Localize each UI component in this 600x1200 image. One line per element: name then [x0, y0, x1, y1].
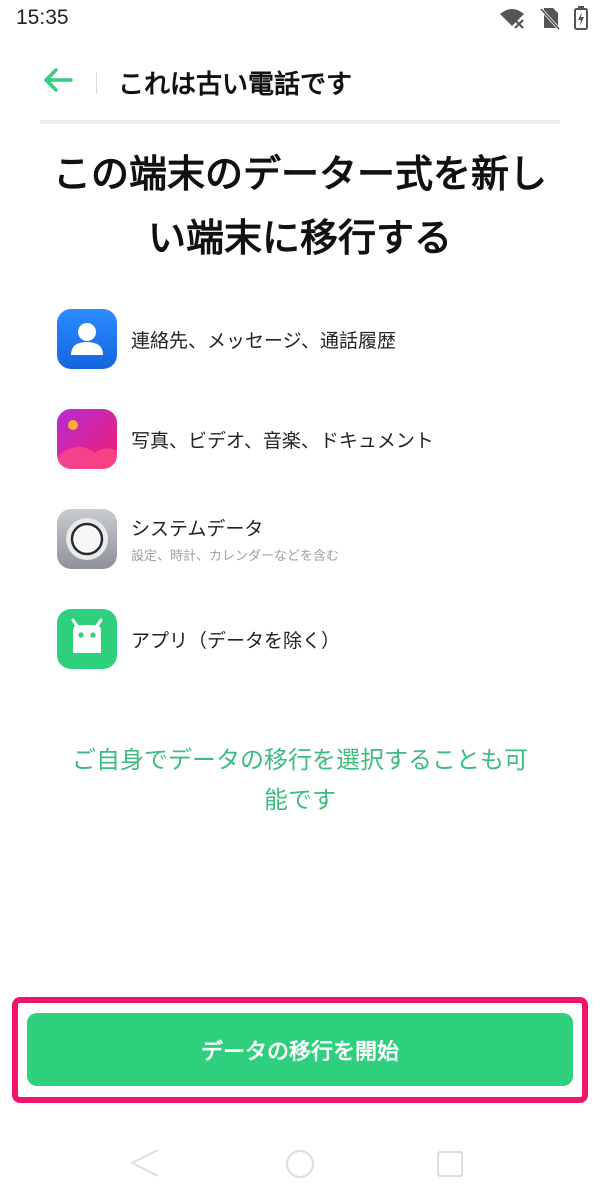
header-rule: [40, 120, 560, 124]
item-text: システムデータ 設定、時計、カレンダーなどを含む: [131, 509, 339, 569]
item-text: 写真、ビデオ、音楽、ドキュメント: [131, 409, 434, 469]
nav-back-icon[interactable]: [128, 1148, 162, 1182]
item-sublabel: 設定、時計、カレンダーなどを含む: [131, 549, 340, 564]
nav-home-icon[interactable]: [284, 1148, 316, 1184]
header-bar: これは古い電話です: [0, 52, 600, 112]
page-title: これは古い電話です: [118, 70, 353, 100]
navigation-bar: [0, 1140, 600, 1200]
list-item-contacts: 連絡先、メッセージ、通話履歴: [57, 309, 557, 369]
item-text: 連絡先、メッセージ、通話履歴: [131, 309, 396, 369]
note-line-2: 能です: [264, 786, 336, 814]
back-button[interactable]: [40, 64, 76, 100]
headline-line-1: この端末のデーター式を新し: [52, 152, 547, 196]
android-app-icon: [57, 609, 117, 669]
item-text: アプリ（データを除く）: [131, 609, 340, 669]
item-label: システムデータ: [131, 518, 264, 540]
headline: この端末のデーター式を新し い端末に移行する: [30, 142, 570, 270]
headline-line-2: い端末に移行する: [147, 216, 452, 260]
nav-recents-icon[interactable]: [436, 1150, 464, 1182]
no-sim-icon: [540, 6, 560, 30]
item-label: 連絡先、メッセージ、通話履歴: [131, 329, 397, 352]
photos-icon: [57, 409, 117, 469]
item-label: アプリ（データを除く）: [131, 629, 341, 652]
status-time: 15:35: [16, 6, 69, 29]
status-icons: [498, 6, 588, 30]
settings-icon: [57, 509, 117, 569]
list-item-media: 写真、ビデオ、音楽、ドキュメント: [57, 409, 557, 469]
start-migration-button[interactable]: データの移行を開始: [27, 1013, 573, 1086]
arrow-left-icon: [43, 67, 73, 97]
note-line-1: ご自身でデータの移行を選択することも可: [72, 746, 528, 774]
list-item-apps: アプリ（データを除く）: [57, 609, 557, 669]
item-label: 写真、ビデオ、音楽、ドキュメント: [131, 429, 434, 452]
contacts-icon: [57, 309, 117, 369]
battery-charging-icon: [574, 6, 588, 30]
header-divider: [96, 72, 97, 94]
wifi-off-icon: [498, 6, 526, 30]
status-bar: 15:35: [0, 0, 600, 40]
data-category-list: 連絡先、メッセージ、通話履歴 写真、ビデオ、音楽、ドキュメント システムデータ …: [57, 309, 557, 709]
list-item-system-data: システムデータ 設定、時計、カレンダーなどを含む: [57, 509, 557, 569]
selection-note: ご自身でデータの移行を選択することも可 能です: [50, 740, 550, 820]
